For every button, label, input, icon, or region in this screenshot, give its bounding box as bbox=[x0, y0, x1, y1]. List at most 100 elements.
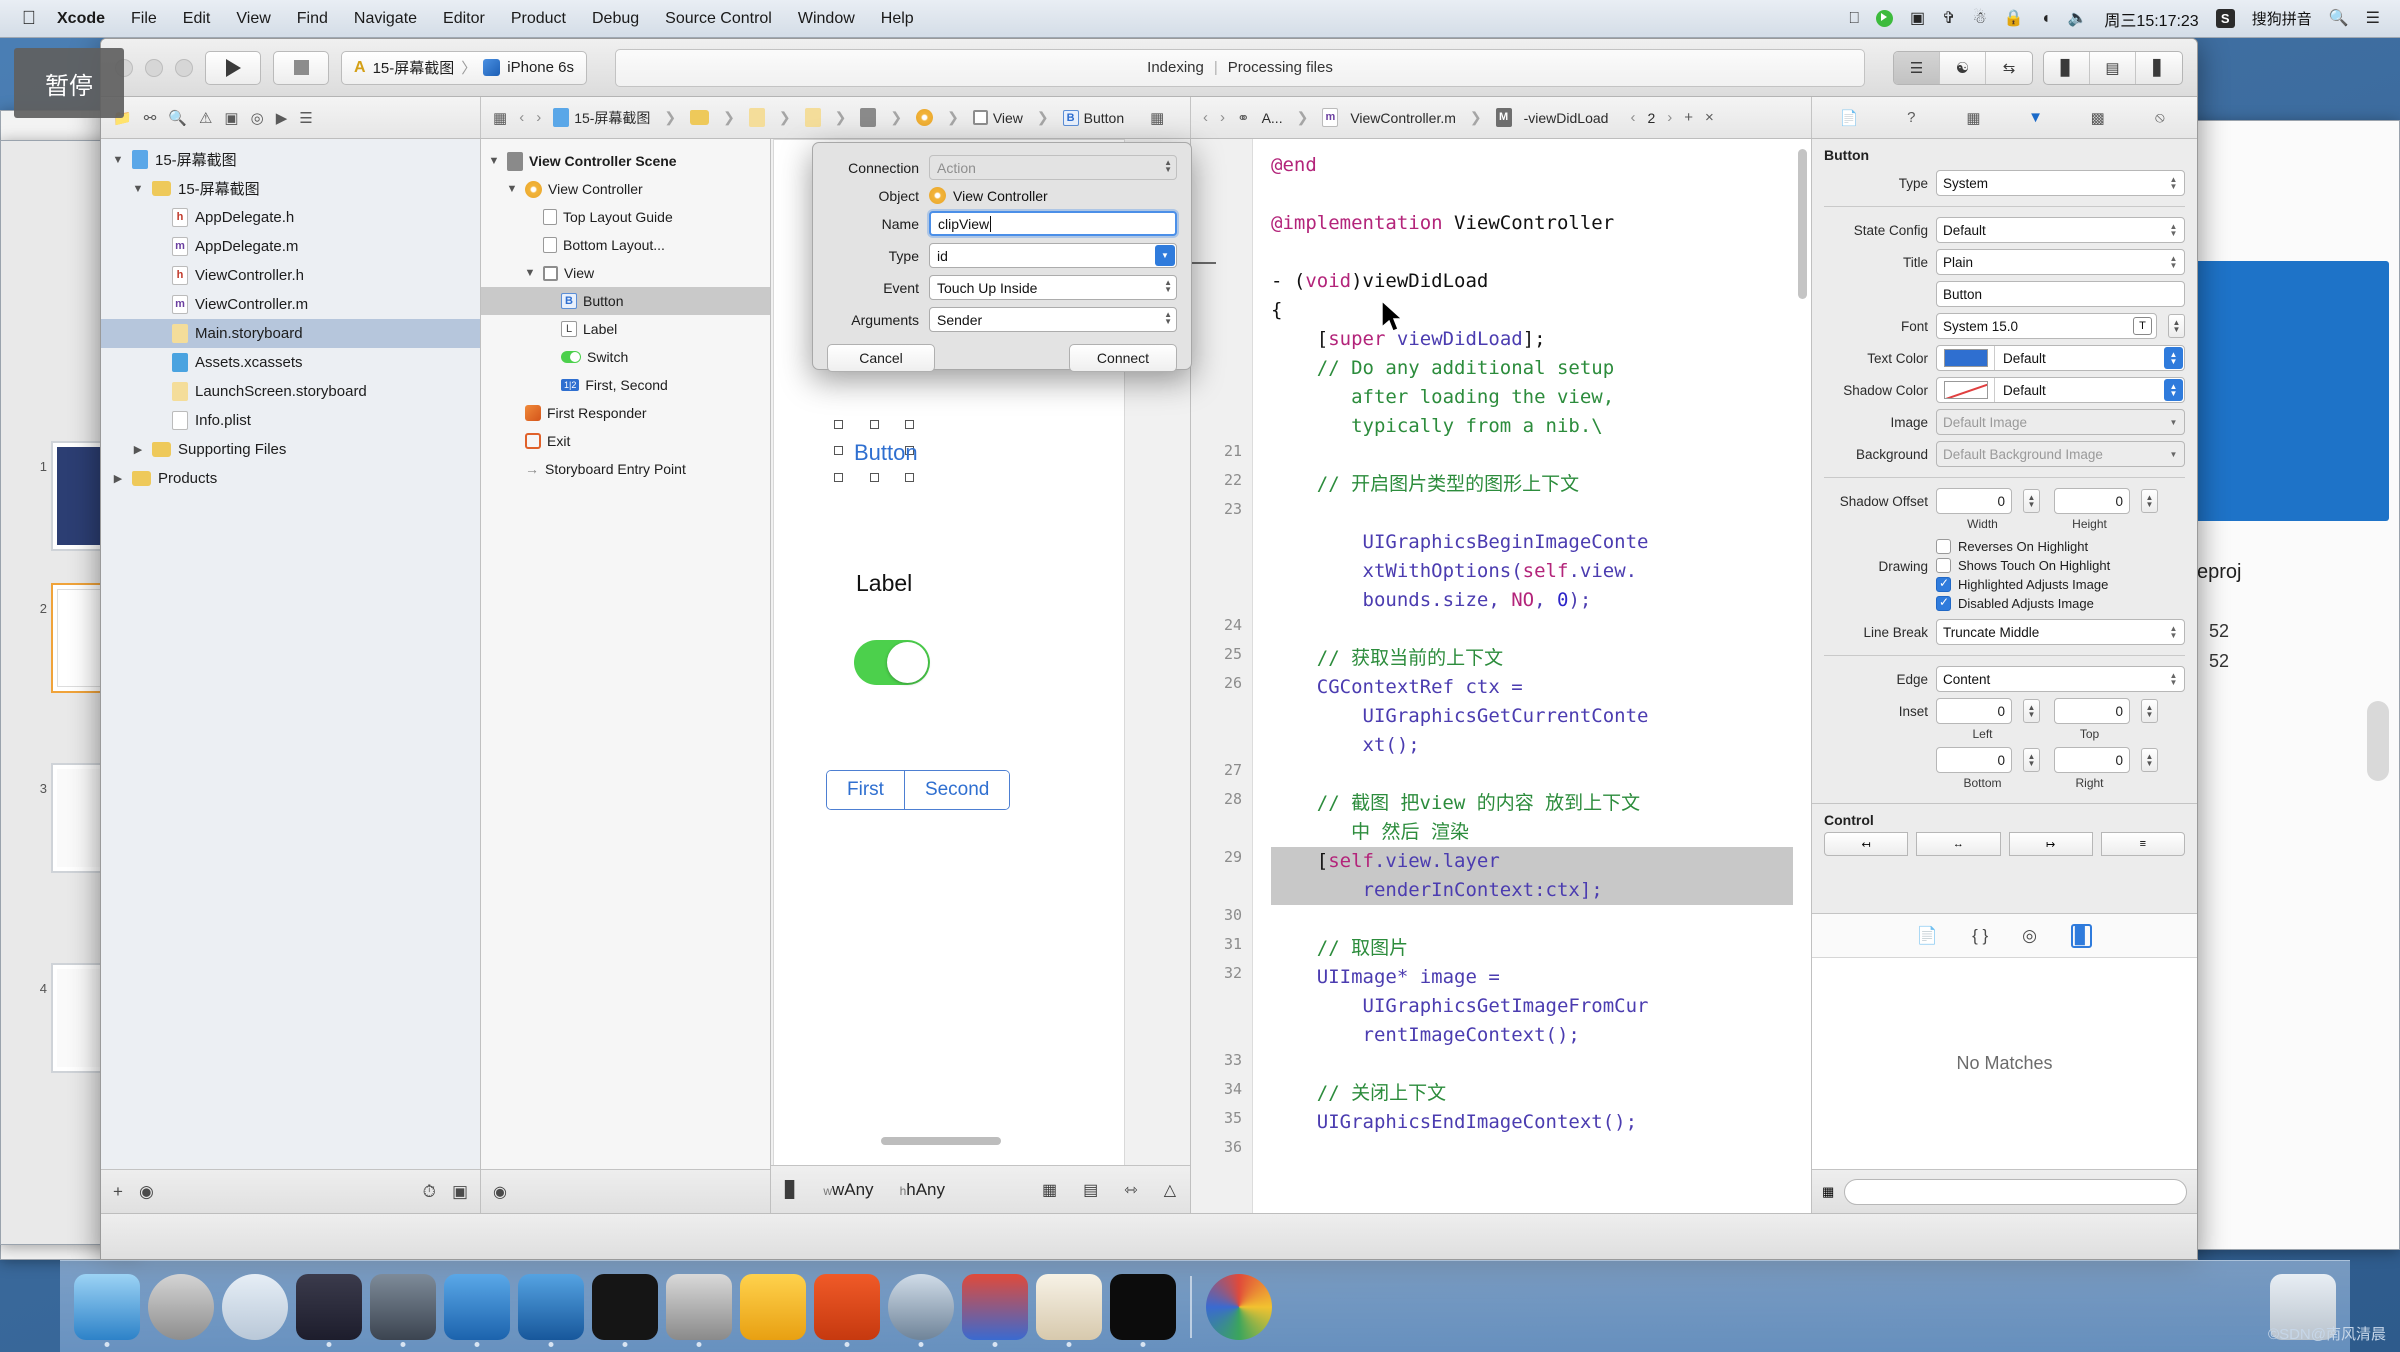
folder-icon[interactable] bbox=[690, 110, 709, 125]
menu-xcode[interactable]: Xcode bbox=[44, 8, 118, 30]
font-picker-icon[interactable]: T bbox=[2133, 317, 2152, 335]
outline-row[interactable]: 1|2First, Second bbox=[481, 371, 770, 399]
menu-edit[interactable]: Edit bbox=[170, 8, 224, 30]
ime-badge-icon[interactable]: S bbox=[2216, 9, 2235, 28]
menu-editor[interactable]: Editor bbox=[430, 8, 498, 30]
issue-icon[interactable]: ⚠ bbox=[199, 109, 212, 127]
breadcrumb-auto[interactable]: A... bbox=[1262, 110, 1283, 126]
code-line[interactable]: xtWithOptions(self.view. bbox=[1271, 557, 1793, 586]
breadcrumb-file[interactable]: ViewController.m bbox=[1350, 110, 1456, 126]
apple-icon[interactable]:  bbox=[14, 9, 44, 28]
chevron-updown-icon[interactable]: ▲▼ bbox=[2164, 347, 2183, 369]
title-style-popup[interactable]: Plain▲▼ bbox=[1936, 249, 2185, 275]
navigator-toggle-icon[interactable]: ▊ bbox=[2044, 52, 2090, 84]
navigator-row[interactable]: Info.plist bbox=[101, 406, 480, 435]
resize-handle[interactable] bbox=[870, 473, 879, 482]
dock-item-imovie[interactable] bbox=[370, 1274, 436, 1340]
menu-product[interactable]: Product bbox=[498, 8, 579, 30]
checkbox-icon-checked[interactable] bbox=[1936, 596, 1951, 611]
source-control-filter-icon[interactable]: ▣ bbox=[452, 1182, 468, 1202]
navigator-row[interactable]: ▶Supporting Files bbox=[101, 435, 480, 464]
notification-center-icon[interactable]: ☰ bbox=[2366, 11, 2380, 27]
code-line[interactable]: [super viewDidLoad]; bbox=[1271, 325, 1793, 354]
shadow-offset-width-input[interactable]: 0 bbox=[1936, 488, 2012, 514]
bluetooth-icon[interactable]: ☃ bbox=[1973, 11, 1987, 27]
checkbox-highlighted-adjusts-image[interactable]: Highlighted Adjusts Image bbox=[1936, 575, 2185, 594]
menu-source-control[interactable]: Source Control bbox=[652, 8, 785, 30]
code-line[interactable]: // 开启图片类型的图形上下文 bbox=[1271, 470, 1793, 499]
code-line[interactable]: 中 然后 渲染 bbox=[1271, 818, 1793, 847]
ime-label[interactable]: 搜狗拼音 bbox=[2252, 8, 2312, 29]
disclosure-triangle-icon[interactable]: ▼ bbox=[523, 267, 537, 279]
dock-item-parallels[interactable] bbox=[814, 1274, 880, 1340]
canvas-segmented-control[interactable]: First Second bbox=[826, 770, 1010, 810]
checkbox-icon-checked[interactable] bbox=[1936, 577, 1951, 592]
version-editor-icon[interactable]: ⇆ bbox=[1986, 52, 2032, 84]
line-break-popup[interactable]: Truncate Middle▲▼ bbox=[1936, 619, 2185, 645]
navigator-row[interactable]: hViewController.h bbox=[101, 261, 480, 290]
shadow-offset-width-stepper[interactable]: ▲▼ bbox=[2023, 489, 2040, 513]
code-line[interactable]: // 关闭上下文 bbox=[1271, 1079, 1793, 1108]
canvas-horizontal-scrollbar[interactable] bbox=[881, 1137, 1001, 1145]
object-library-icon[interactable]: ◎ bbox=[2022, 926, 2037, 946]
navigator-row[interactable]: Assets.xcassets bbox=[101, 348, 480, 377]
code-line[interactable] bbox=[1271, 180, 1793, 209]
code-line[interactable] bbox=[1271, 905, 1793, 934]
shadow-offset-height-input[interactable]: 0 bbox=[2054, 488, 2130, 514]
add-icon[interactable]: + bbox=[113, 1182, 123, 1202]
state-config-popup[interactable]: Default▲▼ bbox=[1936, 217, 2185, 243]
code-line[interactable]: // 获取当前的上下文 bbox=[1271, 644, 1793, 673]
file-inspector-icon[interactable]: 📄 bbox=[1824, 109, 1874, 127]
siri-icon[interactable]: ✞ bbox=[1942, 11, 1955, 27]
library-filter-input[interactable] bbox=[1844, 1179, 2187, 1205]
assistant-editor-icon[interactable]: ☯ bbox=[1940, 52, 1986, 84]
add-editor-icon[interactable]: + bbox=[1684, 109, 1693, 126]
align-right-button[interactable]: ↦ bbox=[2009, 832, 2093, 856]
checkbox-shows-touch-on-highlight[interactable]: Shows Touch On Highlight bbox=[1936, 556, 2185, 575]
lock-icon[interactable]: 🔒 bbox=[2004, 11, 2024, 27]
navigator-row[interactable]: ▼15-屏幕截图 bbox=[101, 174, 480, 203]
report-icon[interactable]: ☰ bbox=[299, 109, 312, 127]
debug-toggle-icon[interactable]: ▤ bbox=[2090, 52, 2136, 84]
code-line[interactable]: xt(); bbox=[1271, 731, 1793, 760]
view-controller-icon[interactable] bbox=[916, 109, 933, 126]
storyboard-icon[interactable] bbox=[805, 108, 821, 127]
code-line[interactable]: [self.view.layer bbox=[1271, 847, 1793, 876]
shadow-offset-height-stepper[interactable]: ▲▼ bbox=[2141, 489, 2158, 513]
inset-left-stepper[interactable]: ▲▼ bbox=[2023, 699, 2040, 723]
menu-window[interactable]: Window bbox=[785, 8, 868, 30]
code-line[interactable]: { bbox=[1271, 296, 1793, 325]
background-scrollbar[interactable] bbox=[2367, 701, 2389, 781]
canvas-button[interactable]: Button bbox=[854, 440, 918, 466]
forward-button[interactable]: › bbox=[1220, 109, 1225, 126]
inset-bottom-input[interactable]: 0 bbox=[1936, 747, 2012, 773]
inset-left-input[interactable]: 0 bbox=[1936, 698, 2012, 724]
dock-item-xcode-hammer[interactable] bbox=[444, 1274, 510, 1340]
chevron-updown-icon[interactable]: ▲▼ bbox=[2164, 379, 2183, 401]
storyboard-icon[interactable] bbox=[749, 108, 765, 127]
menu-help[interactable]: Help bbox=[868, 8, 927, 30]
code-line[interactable] bbox=[1271, 1050, 1793, 1079]
background-window-right[interactable]: eproj 52 52 bbox=[2180, 120, 2400, 1250]
cancel-button[interactable]: Cancel bbox=[827, 344, 935, 372]
resize-handle[interactable] bbox=[905, 473, 914, 482]
checkbox-icon[interactable] bbox=[1936, 539, 1951, 554]
disclosure-triangle-icon[interactable]: ▼ bbox=[505, 183, 519, 195]
code-line[interactable]: UIGraphicsEndImageContext(); bbox=[1271, 1108, 1793, 1137]
debug-icon[interactable]: ◎ bbox=[251, 109, 264, 127]
destination-name[interactable]: iPhone 6s bbox=[507, 59, 574, 76]
disclosure-triangle-icon[interactable]: ▼ bbox=[111, 154, 125, 166]
outline-row[interactable]: ▼View Controller Scene bbox=[481, 147, 770, 175]
zoom-window-button[interactable] bbox=[175, 59, 193, 77]
dock-item-numbers[interactable] bbox=[1036, 1274, 1102, 1340]
font-field[interactable]: System 15.0 T bbox=[1936, 313, 2157, 339]
wifi-icon[interactable]: ◖ bbox=[2041, 11, 2051, 27]
canvas-label[interactable]: Label bbox=[856, 570, 912, 597]
breadcrumb-method[interactable]: -viewDidLoad bbox=[1524, 110, 1609, 126]
attributes-inspector-icon[interactable]: ▼ bbox=[2011, 109, 2061, 126]
breadcrumb-project[interactable]: 15-屏幕截图 bbox=[553, 108, 650, 128]
connection-type-popup[interactable]: Action ▲▼ bbox=[929, 155, 1177, 180]
menu-clock[interactable]: 周三15:17:23 bbox=[2104, 7, 2198, 31]
outline-row[interactable]: Switch bbox=[481, 343, 770, 371]
code-line[interactable]: // 截图 把view 的内容 放到上下文 bbox=[1271, 789, 1793, 818]
